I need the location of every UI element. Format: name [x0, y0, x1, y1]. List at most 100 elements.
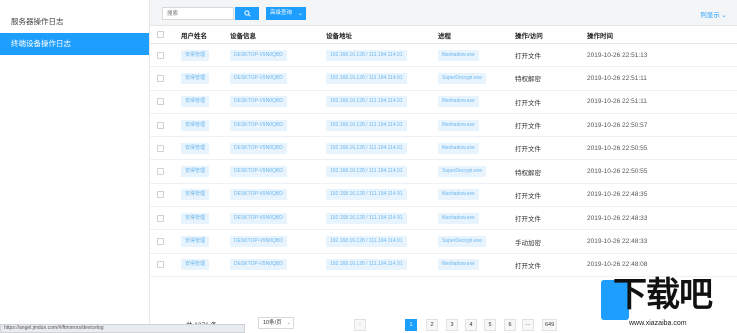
- table-row[interactable]: 安得管理 DESKTOP-V9N0QBD 192.168.16.128 / 111.…: [150, 91, 737, 114]
- address-cell: 192.168.16.128 / 111.194.114.91: [326, 160, 407, 182]
- table-row[interactable]: 安得管理 DESKTOP-V9N0QBD 192.168.16.128 / 111.…: [150, 184, 737, 208]
- address-cell: 192.168.16.128 / 111.194.114.91: [326, 67, 407, 89]
- page-ellipsis[interactable]: ···: [522, 319, 534, 331]
- status-bar-url: https://angel.jmdun.com/#/ftmirrors/devi…: [0, 324, 245, 333]
- user-cell: 安得管理: [181, 207, 210, 229]
- table-row[interactable]: 安得管理 DESKTOP-V9N0QBD 192.168.16.128 / 111.…: [150, 207, 737, 231]
- table-row[interactable]: 安得管理 DESKTOP-V9N0QBD 192.168.16.128 / 111.…: [150, 137, 737, 161]
- advanced-query-button[interactable]: 高级查询 ⌄: [266, 7, 306, 20]
- time-cell: 2019-10-26 22:48:35: [587, 191, 648, 199]
- time-cell: 2019-10-26 22:51:11: [587, 98, 647, 106]
- table-row[interactable]: 安得管理 DESKTOP-V9N0QBD 192.168.16.128 / 111.…: [150, 114, 737, 138]
- page-size-select[interactable]: 10条/页 ⌄: [258, 317, 294, 329]
- header-device[interactable]: 设备信息: [230, 26, 256, 43]
- row-checkbox[interactable]: [157, 144, 164, 152]
- device-tag: DESKTOP-V9N0QBD: [230, 259, 287, 271]
- process-cell: SuperDecrypt.exe: [438, 230, 487, 252]
- action-cell: 特权解密: [515, 76, 541, 84]
- process-cell: fileshadow.exe: [438, 254, 479, 276]
- page-button[interactable]: 4: [465, 319, 477, 331]
- user-tag: 安得管理: [181, 49, 210, 61]
- prev-page-button[interactable]: ‹: [354, 319, 366, 331]
- watermark-url: www.xiazaiba.com: [629, 320, 687, 327]
- row-checkbox[interactable]: [157, 74, 164, 82]
- row-checkbox[interactable]: [157, 238, 164, 246]
- device-tag: DESKTOP-V9N0QBD: [230, 72, 287, 84]
- action-cell: 特权解密: [515, 169, 541, 177]
- device-cell: DESKTOP-V9N0QBD: [230, 230, 287, 252]
- table-row[interactable]: 安得管理 DESKTOP-V9N0QBD 192.168.16.128 / 111.…: [150, 230, 737, 254]
- toolbar: 高级查询 ⌄ 列显示 ⌄: [150, 0, 737, 26]
- time-cell: 2019-10-26 22:50:57: [587, 121, 648, 129]
- user-cell: 安得管理: [181, 44, 210, 66]
- row-select-cell: [157, 67, 164, 89]
- row-checkbox[interactable]: [157, 191, 164, 199]
- page-button[interactable]: 649: [542, 319, 558, 331]
- address-cell: 192.168.16.128 / 111.194.114.91: [326, 207, 407, 229]
- process-cell: fileshadow.exe: [438, 44, 479, 66]
- sidebar-item-server-log[interactable]: 服务器操作日志: [0, 11, 149, 33]
- sidebar: 服务器操作日志 终端设备操作日志: [0, 0, 150, 333]
- row-select-cell: [157, 254, 164, 276]
- row-select-cell: [157, 207, 164, 229]
- time-cell: 2019-10-26 22:51:13: [587, 51, 648, 59]
- page-button[interactable]: 2: [426, 319, 438, 331]
- row-checkbox[interactable]: [157, 51, 164, 59]
- chevron-down-icon: ⌄: [297, 11, 303, 17]
- header-process[interactable]: 进程: [438, 26, 451, 43]
- chevron-down-icon: ⌄: [286, 320, 291, 326]
- row-checkbox[interactable]: [157, 98, 164, 106]
- process-cell: fileshadow.exe: [438, 91, 479, 113]
- header-address[interactable]: 设备地址: [326, 26, 352, 43]
- address-tag: 192.168.16.128 / 111.194.114.91: [326, 189, 407, 201]
- process-tag: fileshadow.exe: [438, 189, 479, 201]
- column-display-label: 列显示: [700, 12, 720, 19]
- search-button[interactable]: [235, 7, 259, 20]
- sidebar-item-terminal-log[interactable]: 终端设备操作日志: [0, 33, 149, 55]
- row-select-cell: [157, 160, 164, 182]
- process-tag: fileshadow.exe: [438, 49, 479, 61]
- table-row[interactable]: 安得管理 DESKTOP-V9N0QBD 192.168.16.128 / 111.…: [150, 44, 737, 68]
- header-action[interactable]: 操作/访问: [515, 26, 543, 43]
- search-input[interactable]: [162, 7, 234, 20]
- device-tag: DESKTOP-V9N0QBD: [230, 142, 287, 154]
- page-button[interactable]: 3: [446, 319, 458, 331]
- address-tag: 192.168.16.128 / 111.194.114.91: [326, 49, 407, 61]
- row-checkbox[interactable]: [157, 168, 164, 176]
- header-time[interactable]: 操作时间: [587, 26, 613, 43]
- process-cell: SuperDecrypt.exe: [438, 67, 487, 89]
- row-checkbox[interactable]: [157, 121, 164, 129]
- action-cell: 打开文件: [515, 146, 541, 154]
- header-user[interactable]: 用户姓名: [181, 26, 207, 43]
- action-cell: 打开文件: [515, 216, 541, 224]
- select-all-checkbox[interactable]: [157, 31, 164, 38]
- table-row[interactable]: 安得管理 DESKTOP-V9N0QBD 192.168.16.128 / 111.…: [150, 67, 737, 91]
- address-tag: 192.168.16.128 / 111.194.114.91: [326, 166, 407, 178]
- chevron-down-icon: ⌄: [721, 12, 727, 19]
- user-cell: 安得管理: [181, 91, 210, 113]
- row-checkbox[interactable]: [157, 214, 164, 222]
- user-cell: 安得管理: [181, 184, 210, 206]
- page-button[interactable]: 1: [405, 319, 417, 331]
- process-tag: fileshadow.exe: [438, 96, 479, 108]
- address-tag: 192.168.16.128 / 111.194.114.91: [326, 96, 407, 108]
- select-all-cell: [157, 26, 164, 43]
- user-tag: 安得管理: [181, 236, 210, 248]
- table-row[interactable]: 安得管理 DESKTOP-V9N0QBD 192.168.16.128 / 111.…: [150, 160, 737, 184]
- page-button[interactable]: 5: [484, 319, 496, 331]
- process-tag: fileshadow.exe: [438, 212, 479, 224]
- row-checkbox[interactable]: [157, 261, 164, 269]
- device-tag: DESKTOP-V9N0QBD: [230, 212, 287, 224]
- row-select-cell: [157, 184, 164, 206]
- address-tag: 192.168.16.128 / 111.194.114.91: [326, 142, 407, 154]
- page-button[interactable]: 6: [504, 319, 516, 331]
- user-tag: 安得管理: [181, 96, 210, 108]
- process-cell: fileshadow.exe: [438, 114, 479, 136]
- address-tag: 192.168.16.128 / 111.194.114.91: [326, 259, 407, 271]
- column-display-button[interactable]: 列显示 ⌄: [700, 9, 727, 19]
- row-select-cell: [157, 114, 164, 136]
- row-select-cell: [157, 137, 164, 159]
- process-tag: SuperDecrypt.exe: [438, 72, 487, 84]
- address-tag: 192.168.16.128 / 111.194.114.91: [326, 119, 407, 131]
- user-cell: 安得管理: [181, 254, 210, 276]
